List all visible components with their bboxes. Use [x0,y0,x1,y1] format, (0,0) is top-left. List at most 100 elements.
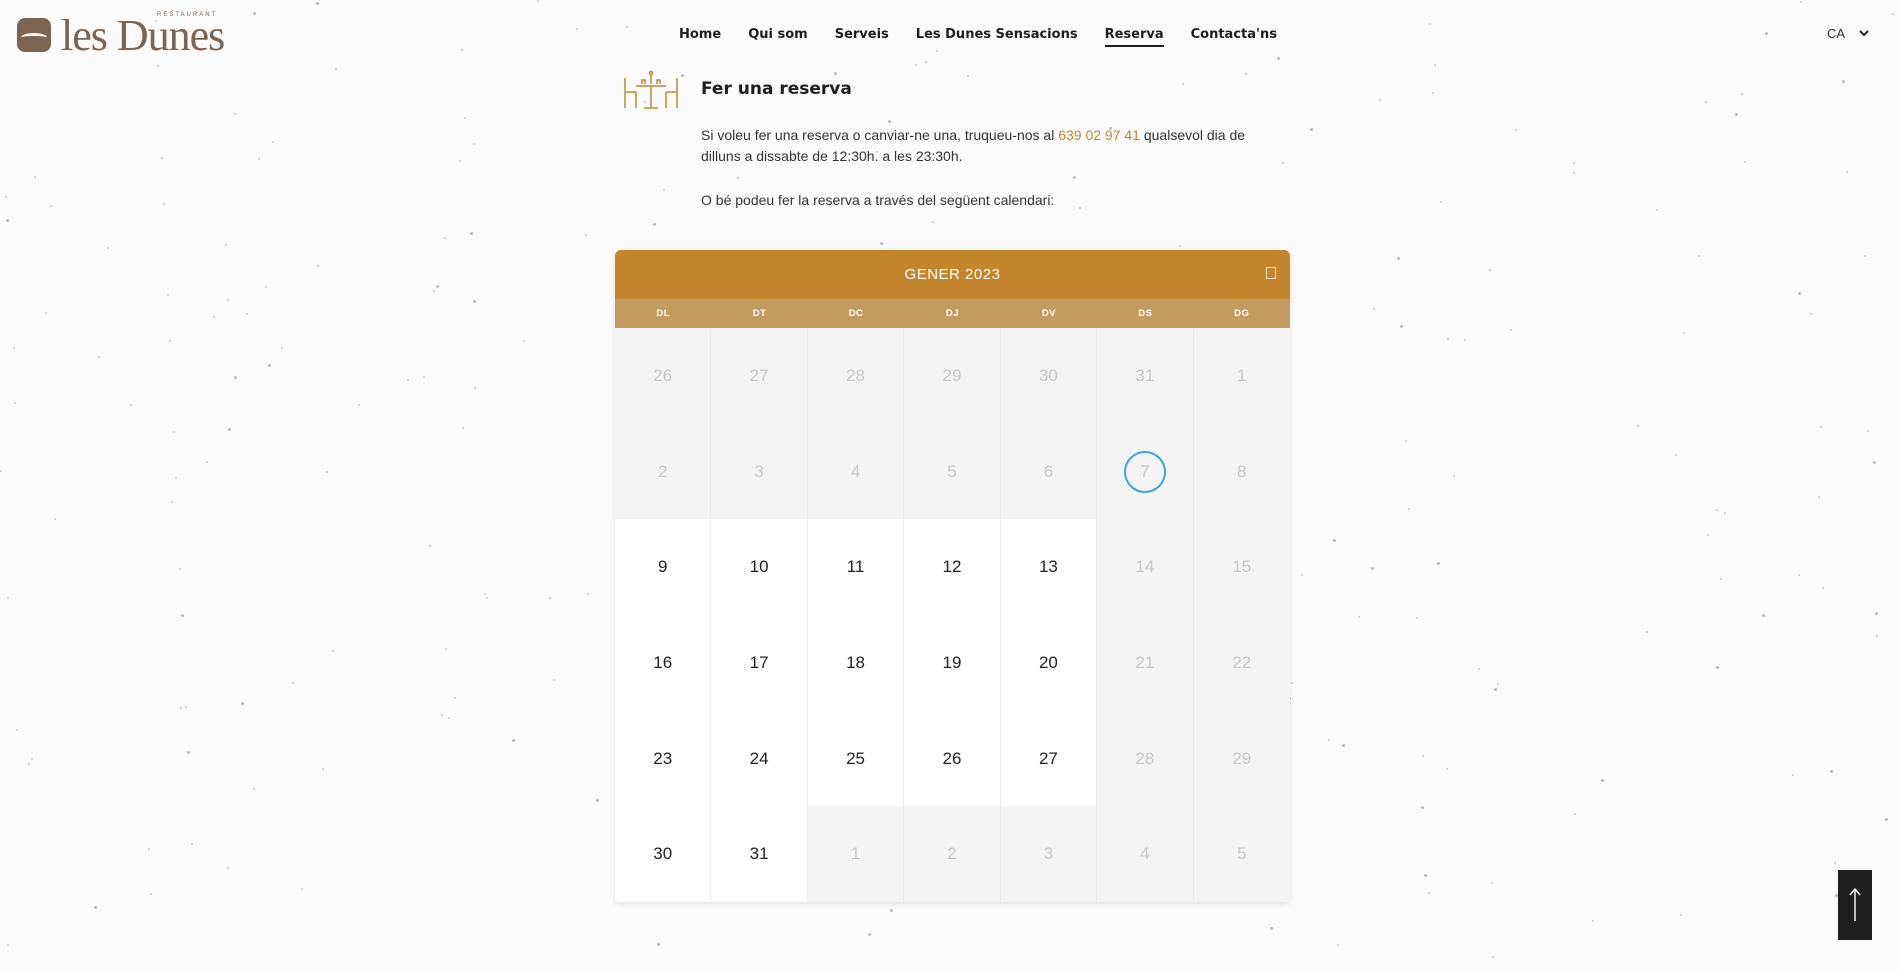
calendar-day-number: 6 [1043,461,1054,481]
language-current: CA [1827,26,1846,41]
calendar-day-number: 26 [653,365,673,385]
calendar-day-available[interactable]: 25 [807,710,905,807]
calendar-day-number: 4 [850,461,861,481]
calendar-day-number: 30 [1038,365,1058,385]
arrow-up-icon [1849,888,1861,921]
calendar-month-label: GENER 2023 [904,266,1001,283]
nav-serveis[interactable]: Serveis [835,27,889,47]
calendar-grid: 26 27 28 29 30 31 1 2 3 4 5 6 7 8 9 10 11 12 13 14 15 16 17 18 1… [615,328,1290,902]
calendar-day-number: 31 [1135,365,1155,385]
calendar-hint: O bé podeu fer la reserva a través del s… [701,192,1055,208]
calendar-day-number: 29 [942,365,962,385]
calendar-day-number: 25 [846,748,866,768]
calendar-day-number: 23 [653,748,673,768]
nav-les-dunes-sensacions[interactable]: Les Dunes Sensacions [916,27,1078,47]
calendar-day-number: 20 [1038,652,1058,672]
calendar-day-disabled: 27 [711,328,808,424]
logo-tagline: RESTAURANT [157,12,218,18]
calendar-day-number: 2 [657,461,668,481]
calendar-day-disabled: 5 [904,423,1001,520]
calendar-day-disabled: 21 [1097,615,1194,711]
calendar-day-available[interactable]: 9 [615,519,712,616]
calendar-day-disabled: 8 [1193,423,1290,520]
calendar-day-number: 28 [1135,748,1155,768]
calendar-day-available[interactable]: 23 [615,710,712,807]
calendar-day-disabled: 29 [1193,710,1290,807]
nav-home[interactable]: Home [679,27,721,47]
site-header: les Dunes RESTAURANT Home Qui som Servei… [0,0,1901,70]
nav-qui-som[interactable]: Qui som [748,27,808,47]
calendar-day-available[interactable]: 30 [615,806,712,902]
calendar-day-number: 4 [1140,844,1150,864]
calendar-day-available[interactable]: 24 [711,710,808,807]
calendar-day-disabled: 6 [1000,423,1098,520]
weekday-label: DV [1041,308,1057,319]
calendar-day-available[interactable]: 27 [1000,710,1098,807]
logo[interactable]: les Dunes RESTAURANT [17,11,227,60]
calendar-day-disabled: 4 [1097,806,1194,902]
calendar-day-number: 1 [1237,365,1247,385]
calendar-day-available[interactable]: 26 [904,710,1001,807]
calendar-day-disabled: 2 [904,806,1001,902]
next-month-icon[interactable] [1266,267,1276,279]
calendar-day-number: 29 [1232,748,1252,768]
weekday-label: DJ [945,308,960,319]
calendar-day-disabled: 5 [1193,806,1290,902]
calendar-day-available[interactable]: 17 [711,615,808,711]
chevron-down-icon [1859,30,1869,37]
calendar-day-available[interactable]: 13 [1000,519,1098,616]
calendar-day-number: 7 [1123,450,1166,493]
calendar-day-disabled: 30 [1000,328,1098,424]
calendar-day-number: 12 [942,557,962,577]
calendar-day-available[interactable]: 11 [807,519,905,616]
calendar-day-number: 31 [749,844,769,864]
weekday-label: DL [656,308,671,319]
calendar-day-disabled: 22 [1193,615,1290,711]
weekday-label: DT [752,308,767,319]
calendar-day-today: 7 [1097,423,1194,520]
calendar-day-number: 22 [1232,652,1252,672]
calendar-day-number: 28 [846,365,866,385]
calendar-day-available[interactable]: 20 [1000,615,1098,711]
calendar-day-number: 11 [846,557,865,577]
calendar-day-available[interactable]: 10 [711,519,808,616]
intro-text-before: Si voleu fer una reserva o canviar-ne un… [701,127,1059,143]
calendar-day-available[interactable]: 19 [904,615,1001,711]
calendar-day-number: 1 [850,844,861,864]
calendar-day-disabled: 1 [807,806,905,902]
page-title: Fer una reserva [701,79,852,99]
calendar-day-number: 19 [942,652,962,672]
calendar-day-disabled: 29 [904,328,1001,424]
nav-contactans[interactable]: Contacta'ns [1191,27,1277,47]
calendar-day-number: 27 [749,365,769,385]
nav-reserva[interactable]: Reserva [1104,27,1164,47]
calendar-day-disabled: 4 [807,423,905,520]
calendar-day-number: 26 [942,748,962,768]
calendar-day-disabled: 28 [807,328,905,424]
intro-text: Si voleu fer una reserva o canviar-ne un… [701,125,1276,167]
scroll-to-top-button[interactable] [1838,870,1872,940]
calendar-day-number: 17 [749,652,769,672]
weekday-header: DL DT DC DJ DV DS DG [615,299,1290,328]
calendar-day-available[interactable]: 12 [904,519,1001,616]
calendar-day-disabled: 28 [1097,710,1194,807]
logo-mark [17,18,51,52]
calendar-day-number: 16 [653,652,673,672]
calendar-day-number: 24 [749,748,769,768]
calendar-day-disabled: 3 [711,423,808,520]
calendar-day-number: 18 [846,652,866,672]
calendar-day-number: 15 [1232,557,1252,577]
calendar-day-number: 3 [1043,844,1054,864]
calendar-day-disabled: 26 [615,328,712,424]
calendar-day-available[interactable]: 16 [615,615,712,711]
calendar-day-available[interactable]: 18 [807,615,905,711]
calendar-day-number: 21 [1135,652,1155,672]
phone-link[interactable]: 639 02 97 41 [1058,127,1140,143]
calendar-day-available[interactable]: 31 [711,806,808,902]
calendar-day-number: 2 [947,844,957,864]
calendar-day-disabled: 14 [1097,519,1194,616]
language-selector[interactable]: CA [1827,26,1869,41]
main-nav: Home Qui som Serveis Les Dunes Sensacion… [679,27,1304,47]
calendar-day-number: 13 [1038,557,1058,577]
calendar-day-disabled: 2 [615,423,712,520]
